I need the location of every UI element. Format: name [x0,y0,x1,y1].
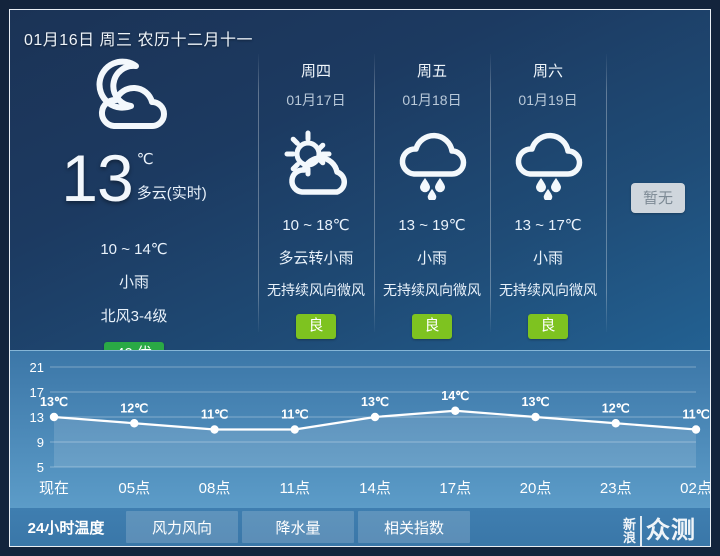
forecast-column-0[interactable]: 周四 01月17日 10 ~ 18℃ 多云转小雨 无持续风向微风 良 [258,50,374,346]
tab-wind[interactable]: 风力风向 [126,511,238,543]
chart-data-point[interactable] [210,425,219,434]
date-line: 01月16日 周三 农历十二月十一 [24,32,253,49]
chart-x-tick-label: 20点 [520,480,552,497]
tab-indices[interactable]: 相关指数 [358,511,470,543]
forecast-column-unavailable: 暂无 [606,50,710,346]
chart-x-tick-label: 23点 [600,480,632,497]
forecast-day: 周五 [416,63,447,80]
chart-y-tick-label: 21 [30,360,44,375]
forecast-date: 01月19日 [518,92,578,108]
watermark-sina: 新 浪 [623,518,636,544]
chart-data-point[interactable] [130,419,139,428]
forecast-range: 10 ~ 18℃ [282,217,350,234]
chart-point-label: 14℃ [441,389,469,403]
chart-y-tick-label: 5 [37,460,44,475]
current-temperature-row: 13 ℃ 多云(实时) [10,141,258,220]
watermark-zhongce: 众测 [646,517,696,544]
status-badge-aqi: 良 [412,314,452,339]
chart-data-point[interactable] [531,412,540,422]
chart-data-point[interactable] [290,425,299,434]
status-badge-aqi: 良 [296,314,336,339]
chart-x-tick-label: 08点 [199,480,231,497]
forecast-column-2[interactable]: 周六 01月19日 13 ~ 17℃ 小雨 无持续风向微风 良 [490,50,606,346]
chart-data-point[interactable] [49,412,59,422]
forecast-condition: 小雨 [532,250,563,267]
tab-hourly-temperature[interactable]: 24小时温度 [10,511,122,543]
current-day-condition: 小雨 [118,274,149,291]
chart-x-tick-label: 现在 [39,480,69,497]
current-temperature: 13 [61,141,133,215]
forecast-aqi-wrap: 良 [374,314,490,339]
forecast-wind: 无持续风向微风 [383,282,481,298]
forecast-aqi-wrap: 良 [490,314,606,339]
chart-point-label: 11℃ [201,408,228,422]
chart-svg: 2117139513℃现在12℃05点11℃08点11℃11点13℃14点14℃… [30,360,710,497]
forecast-day: 周四 [300,63,331,80]
current-condition: 多云(实时) [136,185,207,202]
chart-x-tick-label: 05点 [118,480,150,497]
rain-cloud-icon [490,126,606,202]
chart-data-point[interactable] [611,419,620,428]
chart-x-tick-label: 14点 [359,480,391,497]
forecast-day: 周六 [532,63,563,80]
forecast-condition: 多云转小雨 [278,250,354,267]
chart-x-tick-label: 17点 [439,480,471,497]
unavailable-badge: 暂无 [630,183,685,213]
temperature-unit: ℃ [136,151,154,168]
forecast-date: 01月18日 [402,92,462,108]
chart-point-label: 13℃ [361,395,389,409]
sun-cloud-icon [258,126,374,202]
chart-x-tick-label: 02点 [680,480,710,497]
chart-point-label: 12℃ [602,401,630,415]
forecast-wind: 无持续风向微风 [267,282,365,298]
weather-widget: 01月16日 周三 农历十二月十一 13 ℃ 多云(实时) 10 ~ 14℃ 小… [0,0,720,556]
chart-point-label: 13℃ [522,395,550,409]
forecast-range: 13 ~ 17℃ [514,217,582,234]
chart-point-label: 13℃ [40,395,68,409]
chart-data-point[interactable] [691,425,701,434]
forecast-columns: 周四 01月17日 10 ~ 18℃ 多云转小雨 无持续风向微风 良 周五 01… [258,50,710,346]
forecast-column-1[interactable]: 周五 01月18日 13 ~ 19℃ 小雨 无持续风向微风 良 [374,50,490,346]
current-conditions: 13 ℃ 多云(实时) 10 ~ 14℃ 小雨 北风3-4级 40 优 [10,50,258,367]
chart-data-point[interactable] [451,406,460,415]
watermark-sina-line2: 浪 [622,530,636,545]
chart-point-label: 11℃ [682,408,709,422]
widget-frame: 01月16日 周三 农历十二月十一 13 ℃ 多云(实时) 10 ~ 14℃ 小… [9,9,711,547]
chart-x-tick-label: 11点 [279,480,310,497]
chart-y-tick-label: 9 [37,435,44,450]
chart-data-point[interactable] [370,412,380,422]
hourly-temperature-chart: 21 17 13 9 5 13℃ 现在 12℃ 05点 11℃ 08点 11℃ 11点 13℃ 14点 14℃… [10,350,710,509]
chart-y-tick-label: 13 [30,410,44,425]
forecast-aqi-wrap: 良 [258,314,374,339]
forecast-date: 01月17日 [286,92,346,108]
rain-cloud-icon [374,126,490,202]
moon-cloud-icon [10,54,258,140]
current-range: 10 ~ 14℃ [100,241,168,258]
forecast-range: 13 ~ 19℃ [398,217,466,234]
current-weather-panel: 01月16日 周三 农历十二月十一 13 ℃ 多云(实时) 10 ~ 14℃ 小… [10,10,710,367]
sina-zhongce-watermark: 新 浪 众测 [623,516,696,546]
temperature-side: ℃ 多云(实时) [137,146,207,203]
forecast-condition: 小雨 [416,250,447,267]
current-wind: 北风3-4级 [100,308,168,325]
chart-tab-bar: 24小时温度 风力风向 降水量 相关指数 [10,508,710,546]
chart-point-label: 12℃ [120,401,148,415]
status-badge-aqi: 良 [528,314,568,339]
tab-precipitation[interactable]: 降水量 [242,511,354,543]
forecast-wind: 无持续风向微风 [499,282,597,298]
watermark-divider [640,516,642,546]
chart-point-label: 11℃ [281,408,308,422]
